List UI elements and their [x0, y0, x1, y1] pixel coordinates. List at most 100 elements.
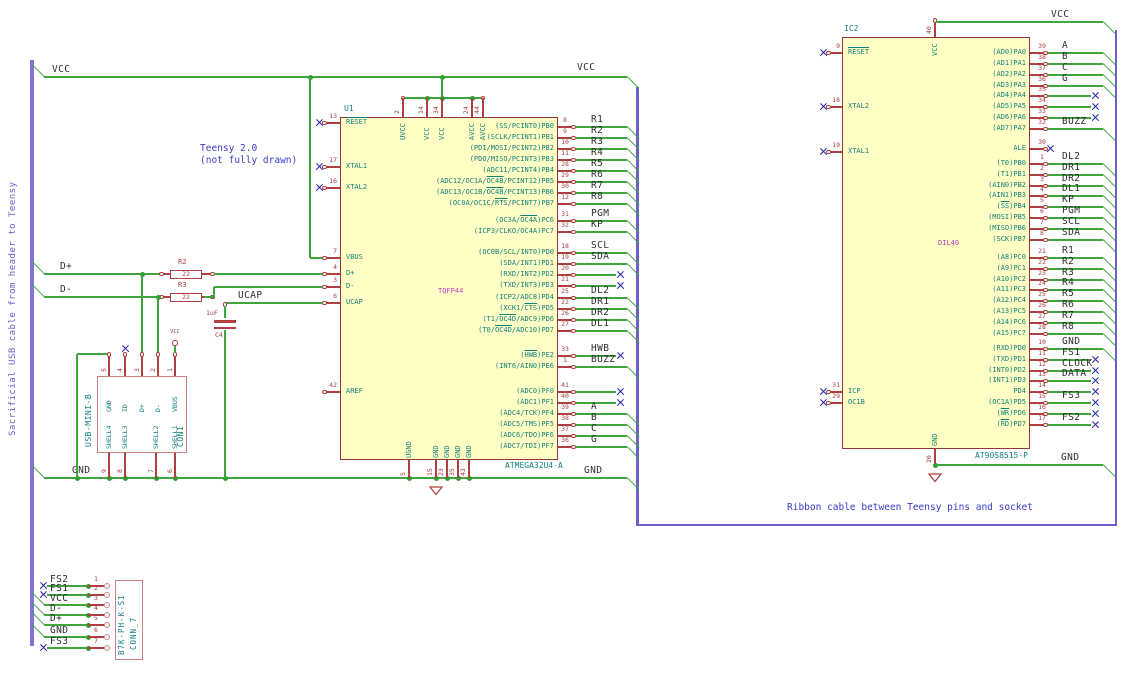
net-label-R4[interactable]: R4: [1062, 278, 1074, 288]
capacitor-c4-body[interactable]: [214, 320, 236, 323]
pin-name: (AIN0)PB2: [988, 181, 1026, 189]
net-label-BUZZ[interactable]: BUZZ: [591, 355, 615, 365]
net-label-UCAP[interactable]: UCAP: [238, 291, 262, 301]
net-label-GND[interactable]: GND: [50, 626, 68, 636]
note-teensy[interactable]: Teensy 2.0 (not fully drawn): [200, 143, 297, 167]
wire-segment: [1048, 300, 1103, 302]
net-label-B[interactable]: B: [1062, 52, 1068, 62]
net-label-DL2[interactable]: DL2: [1062, 152, 1080, 162]
net-label-SCL[interactable]: SCL: [591, 241, 609, 251]
net-label-GND[interactable]: GND: [1062, 337, 1080, 347]
net-label-VCC[interactable]: VCC: [577, 63, 595, 73]
net-label-DATA[interactable]: DATA: [1062, 369, 1086, 379]
pin-name: (OC3A/OC4A)PC6: [494, 216, 554, 224]
ref-U1[interactable]: U1: [344, 104, 354, 113]
pin-stub: [408, 460, 410, 478]
pin-stub: [402, 98, 404, 117]
net-label-DR1[interactable]: DR1: [1062, 163, 1080, 173]
value-CON1[interactable]: USB-MINI-B: [84, 394, 93, 447]
net-label-R1[interactable]: R1: [591, 115, 603, 125]
net-label-A[interactable]: A: [591, 402, 597, 412]
net-label-GND[interactable]: GND: [72, 466, 90, 476]
net-label-DL1[interactable]: DL1: [591, 319, 609, 329]
net-label-FS1[interactable]: FS1: [1062, 348, 1080, 358]
net-label-PGM[interactable]: PGM: [1062, 206, 1080, 216]
net-label-R5[interactable]: R5: [591, 159, 603, 169]
note-sacrificial-usb[interactable]: Sacrificial USB cable from header to Tee…: [8, 182, 19, 437]
net-label-R2[interactable]: R2: [1062, 257, 1074, 267]
net-label-SCL[interactable]: SCL: [1062, 217, 1080, 227]
net-label-D-[interactable]: D-: [60, 285, 72, 295]
net-label-D+[interactable]: D+: [60, 262, 72, 272]
net-label-KP[interactable]: KP: [1062, 195, 1074, 205]
net-label-KP[interactable]: KP: [591, 220, 603, 230]
wire-segment: [1048, 195, 1103, 197]
pin-number: 2: [1040, 164, 1044, 172]
pin-stub: [1030, 148, 1044, 150]
net-label-R5[interactable]: R5: [1062, 289, 1074, 299]
net-label-G[interactable]: G: [591, 435, 597, 445]
net-label-C[interactable]: C: [591, 424, 597, 434]
note-ribbon-cable[interactable]: Ribbon cable between Teensy pins and soc…: [787, 502, 1033, 514]
net-label-DL1[interactable]: DL1: [1062, 184, 1080, 194]
net-label-B[interactable]: B: [591, 413, 597, 423]
net-label-C[interactable]: C: [1062, 63, 1068, 73]
ref-CONN7[interactable]: CONN_7: [129, 617, 138, 650]
net-label-A[interactable]: A: [1062, 41, 1068, 51]
pin-number: 10: [561, 138, 569, 146]
net-label-HWB[interactable]: HWB: [591, 344, 609, 354]
net-label-R2[interactable]: R2: [591, 126, 603, 136]
net-label-FS2[interactable]: FS2: [1062, 413, 1080, 423]
pin-number: 23: [437, 468, 445, 476]
pin-name: PD4: [1013, 387, 1026, 395]
value-R2: 22: [182, 269, 190, 278]
net-label-DL2[interactable]: DL2: [591, 286, 609, 296]
no-connect-icon: [1091, 103, 1099, 111]
net-label-R7[interactable]: R7: [591, 181, 603, 191]
net-label-G[interactable]: G: [1062, 74, 1068, 84]
wire-segment: [576, 274, 616, 276]
net-label-FS3[interactable]: FS3: [1062, 391, 1080, 401]
value-CONN7[interactable]: B7K-PH-K-S1: [117, 594, 126, 655]
net-label-R7[interactable]: R7: [1062, 311, 1074, 321]
net-label-VCC[interactable]: VCC: [52, 65, 70, 75]
wire-segment: [1048, 402, 1091, 404]
net-label-R6[interactable]: R6: [1062, 300, 1074, 310]
net-label-SDA[interactable]: SDA: [1062, 228, 1080, 238]
net-label-DR1[interactable]: DR1: [591, 297, 609, 307]
net-label-BUZZ[interactable]: BUZZ: [1062, 117, 1086, 127]
net-label-FS3[interactable]: FS3: [50, 637, 68, 647]
net-label-R6[interactable]: R6: [591, 170, 603, 180]
net-label-D+[interactable]: D+: [50, 614, 62, 624]
net-label-PGM[interactable]: PGM: [591, 209, 609, 219]
pin-name: (AD2)PA2: [992, 70, 1026, 78]
pin-number: 29: [561, 171, 569, 179]
bus-segment: [30, 60, 34, 646]
value-R3: 22: [182, 292, 190, 301]
wire-segment: [44, 76, 627, 78]
net-label-R8[interactable]: R8: [1062, 322, 1074, 332]
pin-number: 18: [832, 96, 840, 104]
net-label-R1[interactable]: R1: [1062, 246, 1074, 256]
pin-name: (MISO)PB6: [988, 224, 1026, 232]
pin-name: (MOSI)PB5: [988, 213, 1026, 221]
net-label-VCC[interactable]: VCC: [1051, 10, 1069, 20]
pin-end-circle: [103, 633, 111, 641]
pin-stub: [326, 273, 340, 275]
wire-segment: [1048, 268, 1103, 270]
net-label-R4[interactable]: R4: [591, 148, 603, 158]
net-label-R3[interactable]: R3: [591, 137, 603, 147]
net-label-GND[interactable]: GND: [1061, 453, 1079, 463]
pin-name: (SS)PB4: [996, 202, 1026, 210]
ref-IC2[interactable]: IC2: [844, 24, 858, 33]
wire-segment: [1048, 95, 1091, 97]
wire-segment: [174, 346, 176, 353]
net-label-R8[interactable]: R8: [591, 192, 603, 202]
net-label-DR2[interactable]: DR2: [591, 308, 609, 318]
pin-number: 2: [393, 110, 401, 114]
net-label-SDA[interactable]: SDA: [591, 252, 609, 262]
pin-stub: [326, 391, 340, 393]
net-label-GND[interactable]: GND: [584, 466, 602, 476]
capacitor-c4-body[interactable]: [214, 326, 236, 330]
pin-name: (SDA/INT1)PD1: [499, 259, 554, 267]
